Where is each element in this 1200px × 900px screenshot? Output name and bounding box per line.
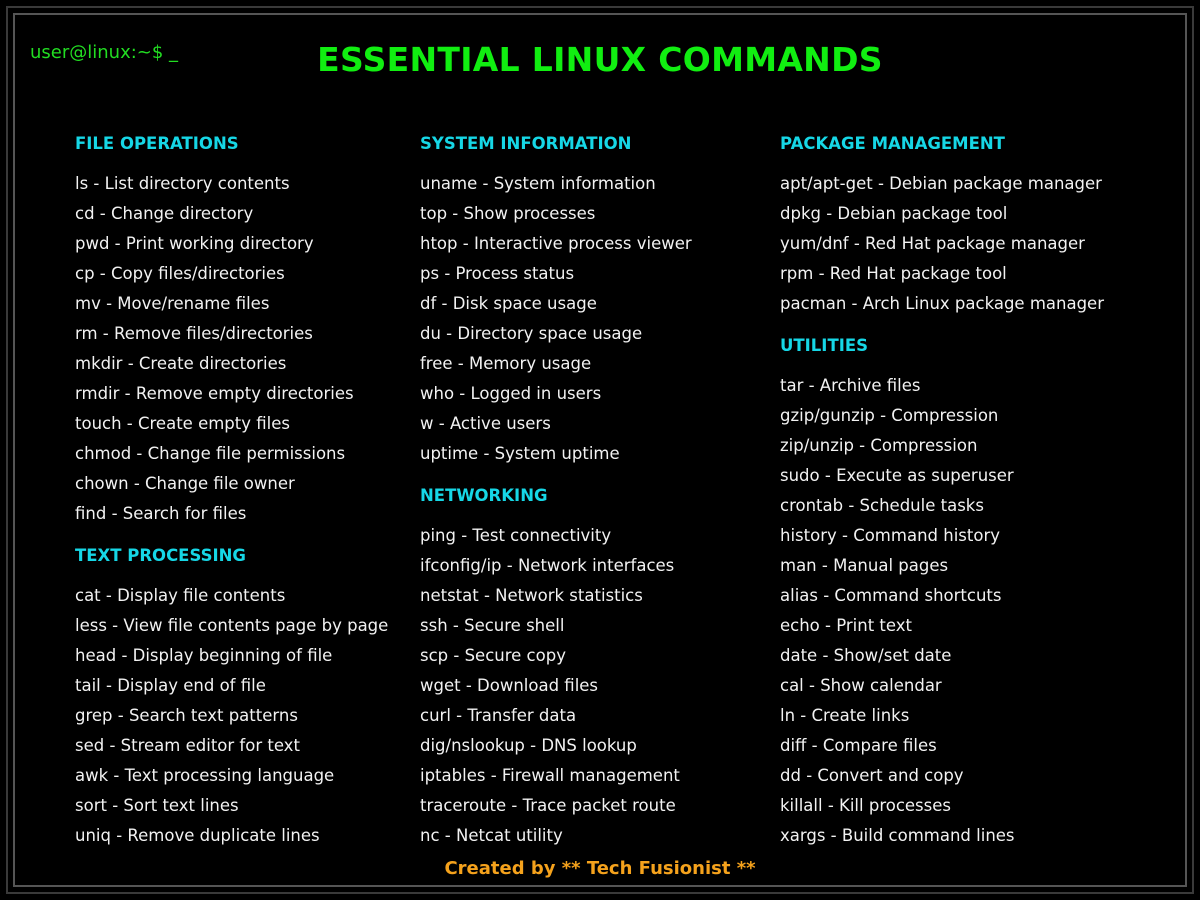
command-item: echo - Print text xyxy=(780,616,912,635)
command-section: SYSTEM INFORMATION uname - System informa… xyxy=(420,131,692,469)
column-2: SYSTEM INFORMATION uname - System informa… xyxy=(420,131,692,851)
command-item: find - Search for files xyxy=(75,504,247,523)
command-item: apt/apt-get - Debian package manager xyxy=(780,174,1102,193)
command-item: pwd - Print working directory xyxy=(75,234,314,253)
command-section: FILE OPERATIONS ls - List directory conte… xyxy=(75,131,388,529)
command-item: killall - Kill processes xyxy=(780,796,952,815)
command-item: pacman - Arch Linux package manager xyxy=(780,294,1104,313)
command-item: netstat - Network statistics xyxy=(420,586,643,605)
section-heading: NETWORKING xyxy=(420,486,548,505)
command-item: du - Directory space usage xyxy=(420,324,643,343)
command-item: w - Active users xyxy=(420,414,551,433)
section-heading: FILE OPERATIONS xyxy=(75,134,239,153)
command-item: gzip/gunzip - Compression xyxy=(780,406,999,425)
command-item: xargs - Build command lines xyxy=(780,826,1015,845)
command-item: iptables - Firewall management xyxy=(420,766,680,785)
command-list: apt/apt-get - Debian package manager dpkg… xyxy=(780,169,1104,319)
command-item: ps - Process status xyxy=(420,264,575,283)
command-item: rm - Remove files/directories xyxy=(75,324,313,343)
command-item: traceroute - Trace packet route xyxy=(420,796,676,815)
command-item: mv - Move/rename files xyxy=(75,294,270,313)
command-item: sudo - Execute as superuser xyxy=(780,466,1014,485)
column-3: PACKAGE MANAGEMENT apt/apt-get - Debian p… xyxy=(780,131,1104,851)
command-item: nc - Netcat utility xyxy=(420,826,563,845)
command-item: ping - Test connectivity xyxy=(420,526,612,545)
command-item: dig/nslookup - DNS lookup xyxy=(420,736,637,755)
command-item: uniq - Remove duplicate lines xyxy=(75,826,320,845)
command-item: who - Logged in users xyxy=(420,384,602,403)
section-heading: PACKAGE MANAGEMENT xyxy=(780,134,1005,153)
command-item: free - Memory usage xyxy=(420,354,592,373)
command-item: ls - List directory contents xyxy=(75,174,290,193)
command-item: df - Disk space usage xyxy=(420,294,597,313)
command-item: ssh - Secure shell xyxy=(420,616,565,635)
command-item: diff - Compare files xyxy=(780,736,937,755)
footer-credit: Created by ** Tech Fusionist ** xyxy=(444,858,756,879)
command-list: ls - List directory contents cd - Change … xyxy=(75,169,388,529)
command-item: man - Manual pages xyxy=(780,556,949,575)
command-item: chmod - Change file permissions xyxy=(75,444,346,463)
command-item: touch - Create empty files xyxy=(75,414,290,433)
column-1: FILE OPERATIONS ls - List directory conte… xyxy=(75,131,388,851)
command-item: zip/unzip - Compression xyxy=(780,436,978,455)
command-list: uname - System information top - Show pro… xyxy=(420,169,692,469)
command-item: less - View file contents page by page xyxy=(75,616,389,635)
command-item: sed - Stream editor for text xyxy=(75,736,300,755)
command-item: head - Display beginning of file xyxy=(75,646,333,665)
command-item: cat - Display file contents xyxy=(75,586,286,605)
command-section: UTILITIES tar - Archive files gzip/gunzip … xyxy=(780,333,1104,851)
command-item: crontab - Schedule tasks xyxy=(780,496,984,515)
command-item: htop - Interactive process viewer xyxy=(420,234,692,253)
command-item: uname - System information xyxy=(420,174,656,193)
command-list: ping - Test connectivity ifconfig/ip - Ne… xyxy=(420,521,692,851)
command-item: wget - Download files xyxy=(420,676,599,695)
command-item: cp - Copy files/directories xyxy=(75,264,285,283)
command-item: date - Show/set date xyxy=(780,646,952,665)
section-heading: SYSTEM INFORMATION xyxy=(420,134,632,153)
command-item: chown - Change file owner xyxy=(75,474,295,493)
command-item: dpkg - Debian package tool xyxy=(780,204,1008,223)
command-item: curl - Transfer data xyxy=(420,706,577,725)
command-item: sort - Sort text lines xyxy=(75,796,239,815)
command-item: yum/dnf - Red Hat package manager xyxy=(780,234,1085,253)
command-item: ifconfig/ip - Network interfaces xyxy=(420,556,675,575)
command-list: tar - Archive files gzip/gunzip - Compres… xyxy=(780,371,1104,851)
page-title: ESSENTIAL LINUX COMMANDS xyxy=(317,40,883,79)
section-heading: UTILITIES xyxy=(780,336,868,355)
command-item: cal - Show calendar xyxy=(780,676,942,695)
command-section: TEXT PROCESSING cat - Display file conten… xyxy=(75,543,388,851)
command-section: PACKAGE MANAGEMENT apt/apt-get - Debian p… xyxy=(780,131,1104,319)
command-item: awk - Text processing language xyxy=(75,766,335,785)
command-item: grep - Search text patterns xyxy=(75,706,298,725)
command-item: tail - Display end of file xyxy=(75,676,266,695)
command-item: rpm - Red Hat package tool xyxy=(780,264,1007,283)
command-item: mkdir - Create directories xyxy=(75,354,287,373)
command-item: rmdir - Remove empty directories xyxy=(75,384,354,403)
command-item: alias - Command shortcuts xyxy=(780,586,1002,605)
command-item: uptime - System uptime xyxy=(420,444,620,463)
section-heading: TEXT PROCESSING xyxy=(75,546,246,565)
command-item: tar - Archive files xyxy=(780,376,921,395)
command-item: ln - Create links xyxy=(780,706,910,725)
command-item: top - Show processes xyxy=(420,204,596,223)
command-item: cd - Change directory xyxy=(75,204,254,223)
command-section: NETWORKING ping - Test connectivity ifconf… xyxy=(420,483,692,851)
command-item: dd - Convert and copy xyxy=(780,766,964,785)
command-item: history - Command history xyxy=(780,526,1000,545)
command-list: cat - Display file contents less - View f… xyxy=(75,581,388,851)
command-item: scp - Secure copy xyxy=(420,646,566,665)
